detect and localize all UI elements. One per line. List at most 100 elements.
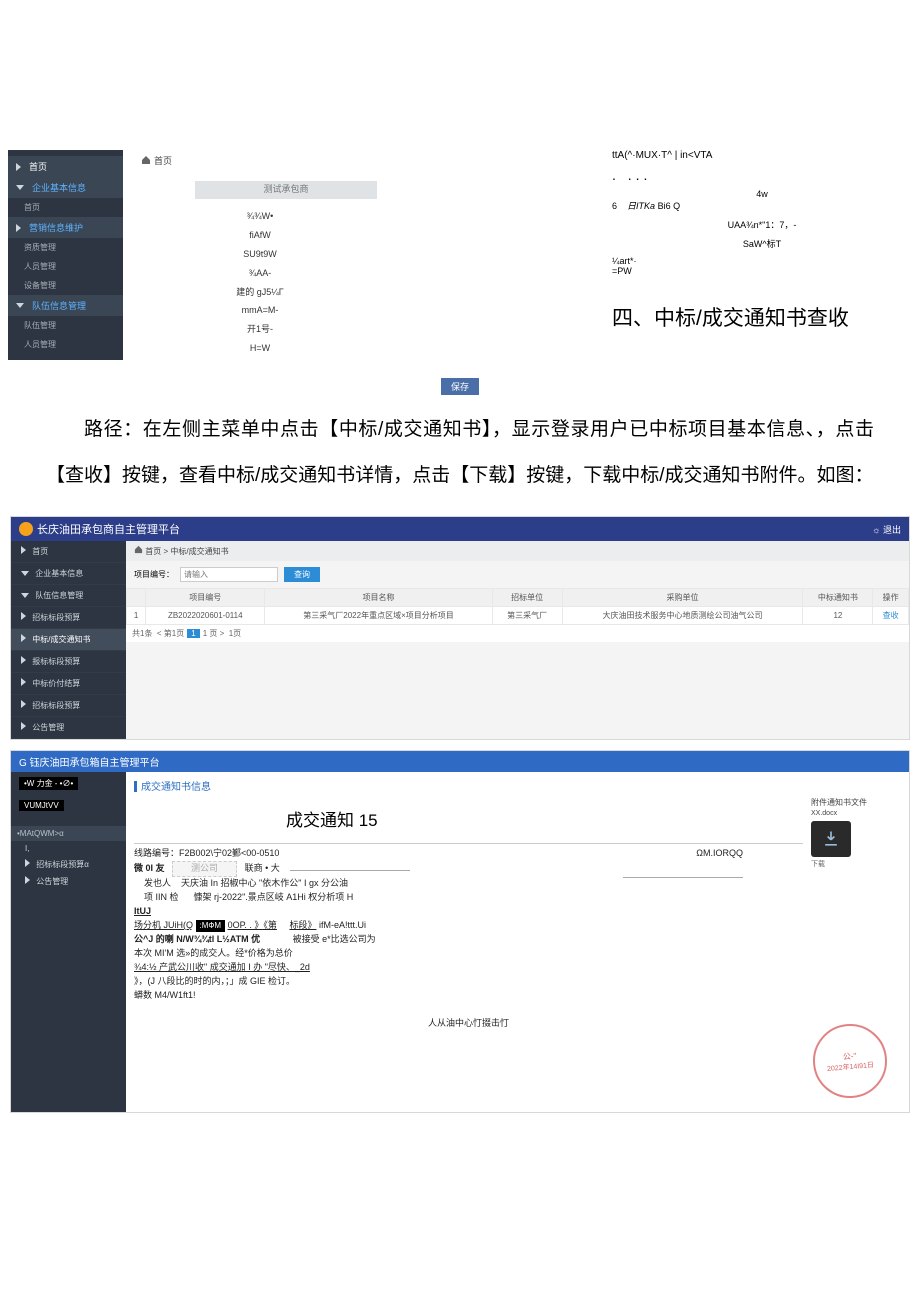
chevron-right-icon	[25, 859, 30, 867]
sidebar-item-label: 公告管理	[32, 723, 64, 732]
instruction-paragraph: 路径：在左侧主菜单中点击【中标/成交通知书】，显示登录用户已中标项目基本信息、，…	[0, 407, 920, 516]
sidebar-item[interactable]: 首页	[11, 541, 126, 563]
notice-line: 线路编号：F2B002\宁02鄞<00-0510 ΩM.IORQQ	[134, 847, 803, 861]
sidebar-item-label: 队伍信息管理	[32, 299, 86, 312]
text-fragment: ΩM.IORQQ	[696, 847, 743, 861]
screenshot-3: G 钰庆油田承包箱自主管理平台 •W 力金 - •∅• VUMJtVV •MAt…	[10, 750, 910, 1113]
sidebar-item[interactable]: 企业基本信息	[11, 563, 126, 585]
form-line: ¾¾W•	[135, 207, 385, 226]
table-header: 采购单位	[562, 589, 803, 607]
sidebar-sub-item[interactable]: 人员管理	[8, 257, 123, 276]
sidebar-sub-item[interactable]: 招标标段预算α	[11, 856, 126, 873]
sidebar-group-team[interactable]: 队伍信息管理	[8, 295, 123, 316]
field-label: 线路编号：	[134, 848, 179, 858]
sidebar-tag: •W 力金 - •∅•	[19, 777, 78, 790]
test-contractor-input[interactable]: 测试承包商	[195, 181, 377, 199]
sidebar-tag: VUMJtVV	[19, 800, 64, 811]
screenshot-2-sidebar: 首页 企业基本信息 队伍信息管理 招标标段预算 中标/成交通知书 报标标段预算 …	[11, 541, 126, 739]
pager-text: 共1条 < 第1页	[132, 629, 184, 638]
chevron-right-icon	[21, 678, 26, 686]
sidebar-item[interactable]: 公告管理	[11, 717, 126, 739]
table-cell: ZB2022020601-0114	[146, 607, 265, 625]
home-icon	[134, 545, 143, 554]
sidebar-item[interactable]: 中标价付结算	[11, 673, 126, 695]
text-dots: . ...	[612, 167, 912, 183]
sidebar-sub-item[interactable]: 队伍管理	[8, 316, 123, 335]
sidebar-item-label: 招标标段预算	[32, 701, 80, 710]
sidebar-item[interactable]: 报标标段预算	[11, 651, 126, 673]
search-button[interactable]: 查询	[284, 567, 320, 582]
form-line: 开1号-	[135, 320, 385, 339]
sidebar-item[interactable]: 队伍信息管理	[11, 585, 126, 607]
chevron-right-icon	[21, 722, 26, 730]
save-button[interactable]: 保存	[441, 378, 479, 395]
section-heading: 四、中标/成交通知书查收	[612, 302, 912, 332]
supplier-input[interactable]: 测公司	[172, 861, 237, 877]
chevron-right-icon	[16, 224, 21, 232]
form-lines: ¾¾W• fiAfW SU9t9W ¾AA- 建的 gJ5¼Γ mmA=M- 开…	[135, 207, 385, 358]
sidebar-sub-item[interactable]: 资质管理	[8, 238, 123, 257]
app-header: G 钰庆油田承包箱自主管理平台	[11, 751, 909, 772]
chevron-right-icon	[21, 656, 26, 664]
download-button[interactable]	[811, 821, 851, 857]
download-label: 下载	[811, 859, 901, 869]
sidebar-sub-item[interactable]: I,	[11, 841, 126, 856]
screenshot-2: 长庆油田承包商自主管理平台 ☼ 退出 首页 企业基本信息 队伍信息管理 招标标段…	[10, 516, 910, 740]
view-link[interactable]: 查收	[873, 607, 909, 625]
text-line: ttA(^·MUX·T^ | in<VTA	[612, 150, 912, 161]
sidebar-item-label: 中标价付结算	[32, 679, 80, 688]
cnpc-logo-icon	[19, 522, 33, 536]
logout-button[interactable]: ☼ 退出	[872, 523, 901, 536]
search-bar: 项目编号： 查询	[126, 561, 909, 588]
logout-label: 退出	[883, 525, 901, 535]
black-tag: :МФМ	[196, 920, 226, 932]
table-header-row: 项目编号 项目名称 招标单位 采购单位 中标通知书 操作	[127, 589, 909, 607]
field-value: F2B002\宁02鄞<00-0510	[179, 848, 279, 858]
text-line: 4w	[612, 189, 912, 199]
sidebar-sub-item[interactable]: 人员管理	[8, 335, 123, 354]
sidebar-item[interactable]: 招标标段预算	[11, 607, 126, 629]
panel-title: 成交通知书信息	[134, 778, 901, 793]
sidebar-sub-item[interactable]: 设备管理	[8, 276, 123, 295]
text-line: ¼art*·	[612, 256, 912, 266]
bar-icon	[134, 781, 137, 792]
sidebar-item-label: 公告管理	[36, 877, 68, 886]
sidebar-sub-item[interactable]: 首页	[8, 198, 123, 217]
text-fragment: 日ITKa	[627, 201, 655, 211]
pagination[interactable]: 共1条 < 第1页11 页 > 1页	[126, 625, 909, 642]
sidebar-item[interactable]: 招标标段预算	[11, 695, 126, 717]
text-fragment: 被接受 e*比选公司为	[293, 934, 376, 944]
chevron-down-icon	[21, 571, 29, 576]
notice-title: 成交通知 15	[286, 806, 378, 831]
panel-title-text: 成交通知书信息	[141, 782, 211, 793]
text-fragment: 0OP. . 》《第	[228, 920, 277, 930]
home-icon	[141, 155, 151, 165]
notice-line: 发也人 天庆油 In 招椒中心 "依木作公" I gx 分公油	[134, 877, 803, 891]
form-line: ¾AA-	[135, 264, 385, 283]
form-line: SU9t9W	[135, 245, 385, 264]
sidebar-item-label: 队伍信息管理	[35, 591, 83, 600]
chevron-down-icon	[16, 303, 24, 308]
project-number-input[interactable]	[180, 567, 278, 582]
breadcrumb-label: 首页	[154, 156, 172, 166]
chevron-down-icon	[21, 593, 29, 598]
field-label: 场分机 JUiH(Q	[134, 920, 193, 930]
sidebar-item-bid-notice[interactable]: 中标/成交通知书	[11, 629, 126, 651]
sidebar-group-enterprise[interactable]: 企业基本信息	[8, 177, 123, 198]
field-value: 慷架 rj-2022".景点区岐 A1Hi 权分析项 H	[194, 892, 354, 902]
notice-line: 蟒数 M4/W1ft1!	[134, 989, 803, 1003]
field-label: 项 IIN 检	[144, 892, 179, 902]
sidebar-section[interactable]: •MAtQWM>α	[11, 826, 126, 841]
screenshot-3-sidebar: •W 力金 - •∅• VUMJtVV •MAtQWM>α I, 招标标段预算α…	[11, 772, 126, 1112]
sidebar-group-marketing[interactable]: 营销信息维护	[8, 217, 123, 238]
text-line: 6 日ITKa Bi6 Q	[612, 199, 912, 212]
table-cell: 第三采气厂	[492, 607, 562, 625]
sidebar-item-home[interactable]: 首页	[8, 156, 123, 177]
table-header: 招标单位	[492, 589, 562, 607]
sidebar-item-label: 首页	[29, 160, 47, 173]
notice-footer: 人从油中心忊掇击忊	[134, 1017, 803, 1031]
sidebar-sub-item[interactable]: 公告管理	[11, 873, 126, 890]
pager-text: 1 页 > 1页	[203, 629, 241, 638]
sidebar-item-label: 企业基本信息	[35, 569, 83, 578]
paragraph-text: 路径：在左侧主菜单中点击【中标/成交通知书】，显示登录用户已中标项目基本信息、，…	[46, 407, 874, 498]
